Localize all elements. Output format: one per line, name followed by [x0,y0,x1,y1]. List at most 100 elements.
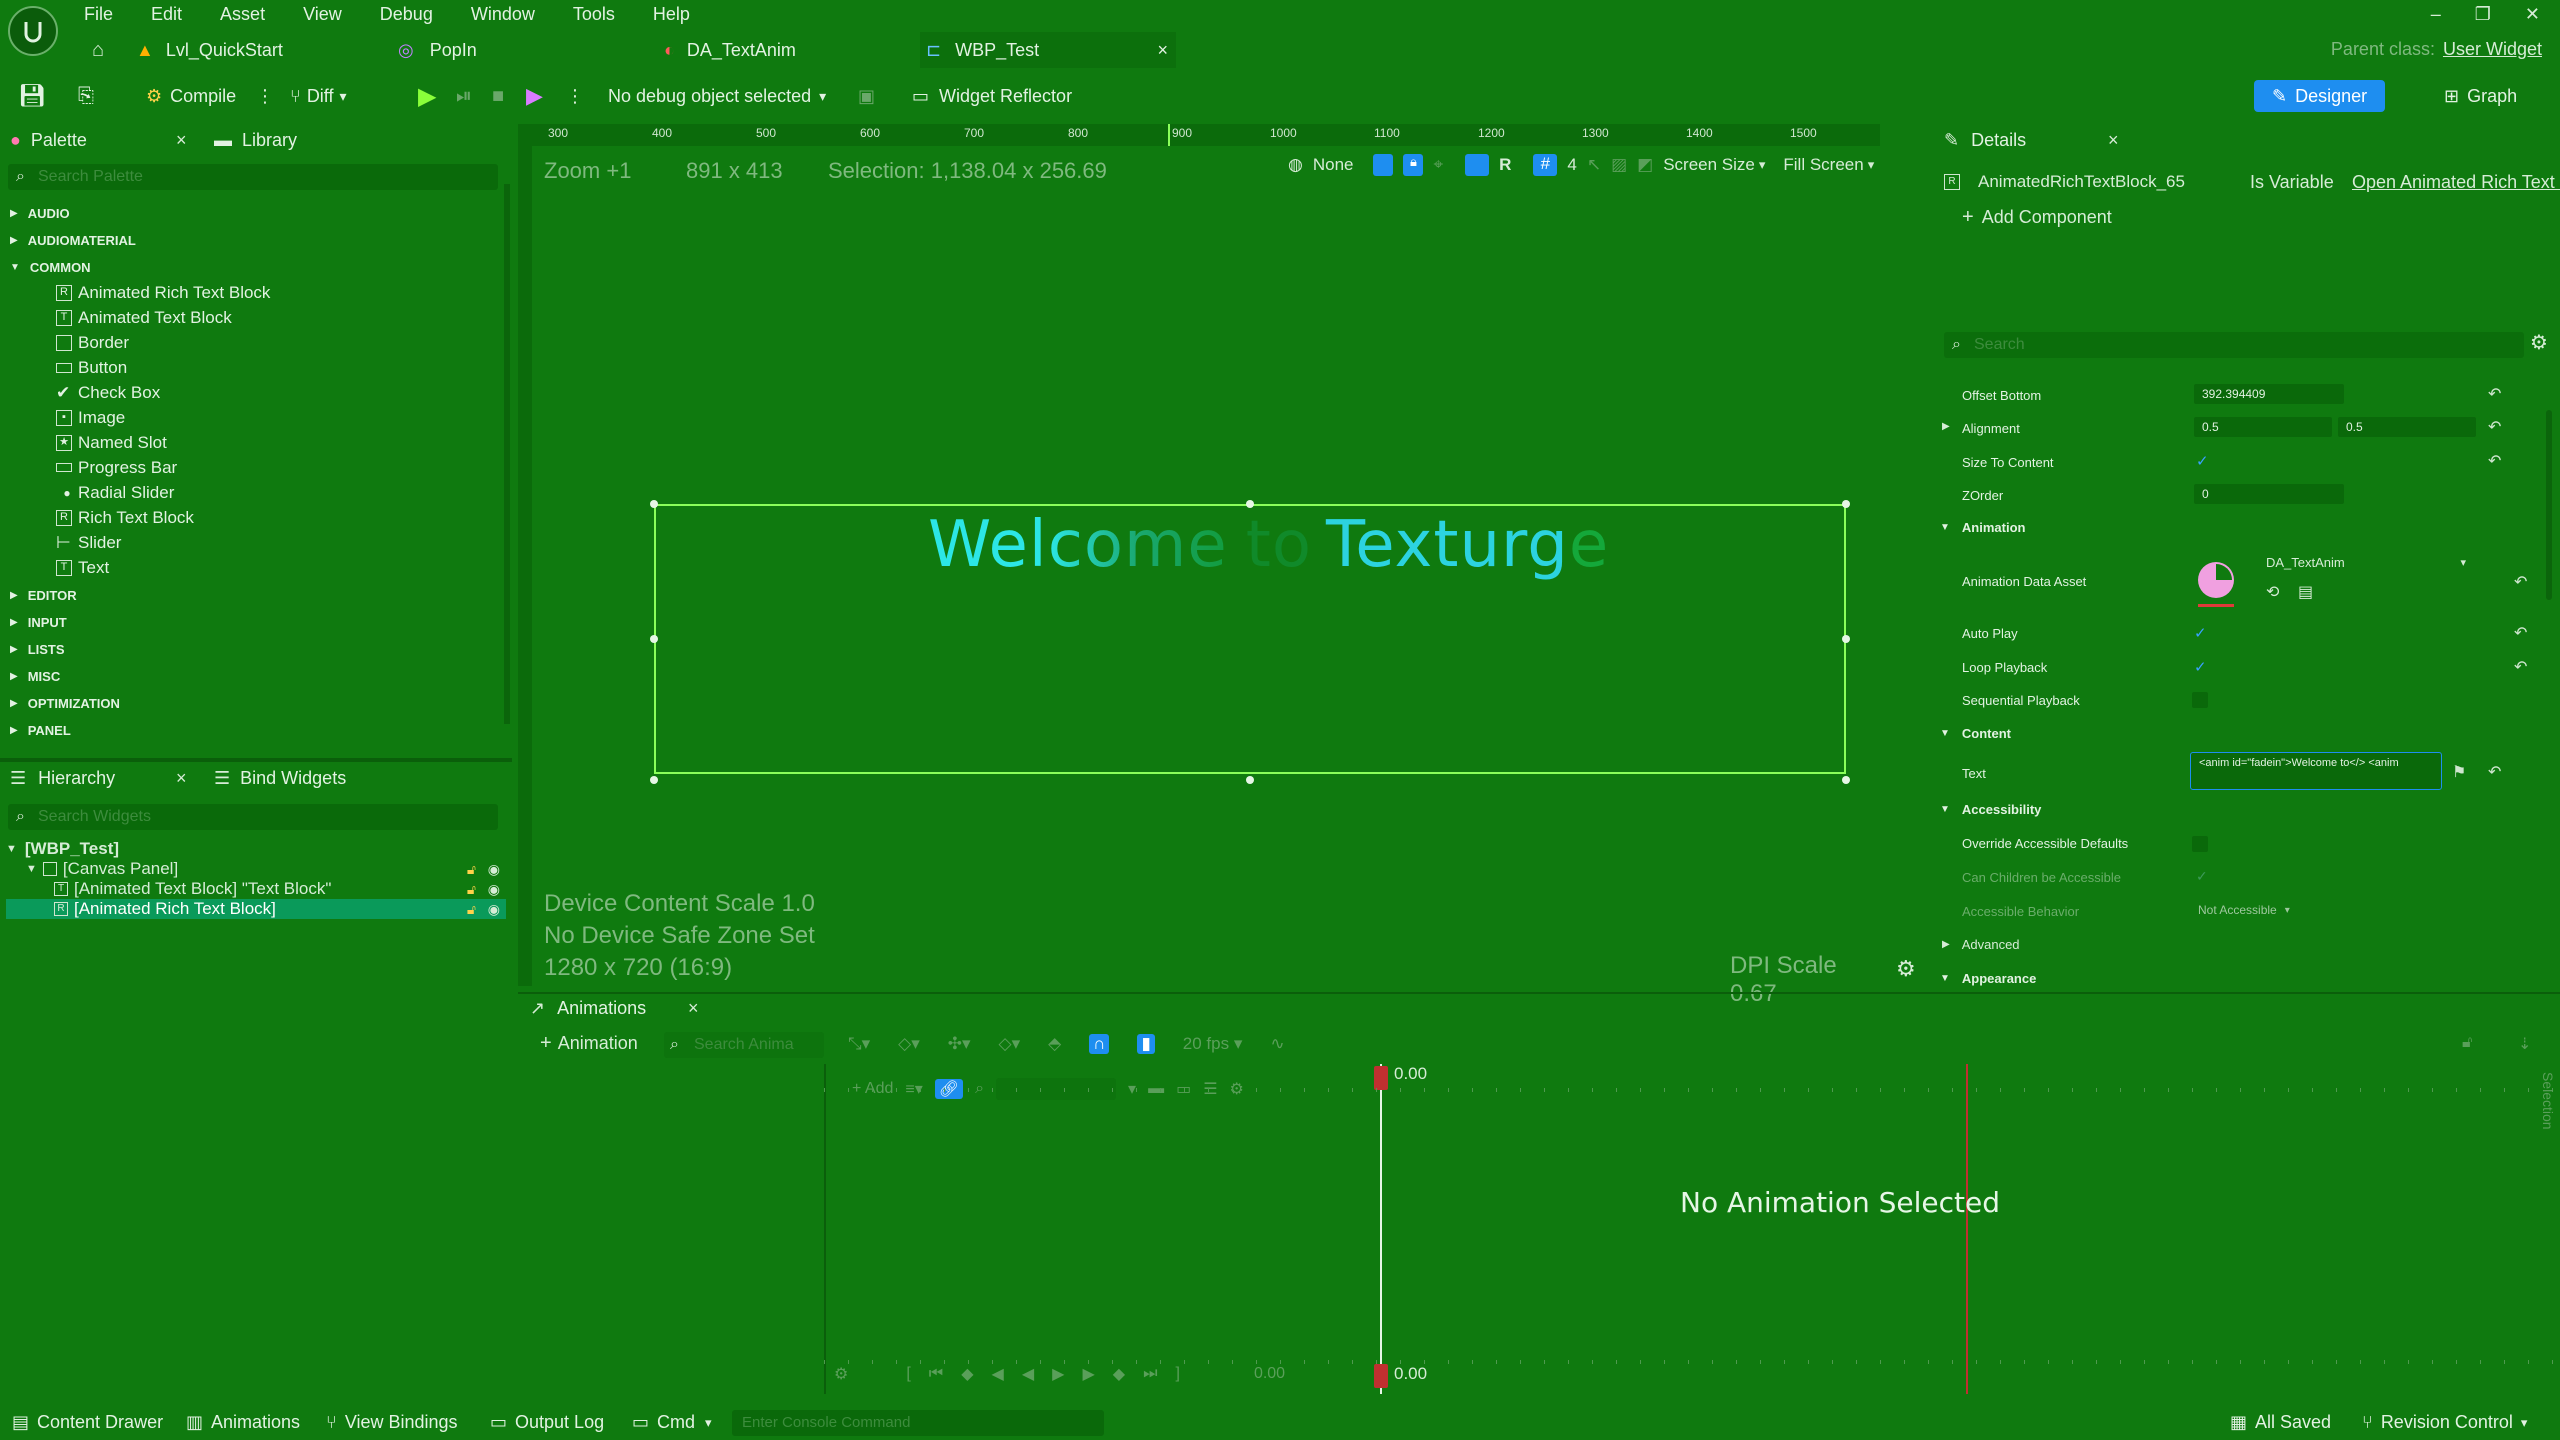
tab-wbp-test[interactable]: ⊏ WBP_Test × [920,32,1176,68]
all-saved-button[interactable]: ▦ All Saved [2230,1412,2331,1433]
reset-icon[interactable]: ↶ [2514,657,2527,677]
panel-divider[interactable] [0,758,512,762]
compile-options-icon[interactable]: ⋮ [256,80,274,112]
content-drawer-button[interactable]: ▤ Content Drawer [12,1412,163,1433]
menu-debug[interactable]: Debug [380,4,433,25]
section-appearance[interactable]: ▼ Appearance [1940,971,2036,986]
reset-icon[interactable]: ↶ [2488,417,2501,437]
tab-bind-widgets[interactable]: ☰ Bind Widgets [214,768,346,789]
collapse-icon[interactable]: ⇣ [2518,1034,2531,1054]
snap-magnet-icon[interactable]: ∩ [1089,1034,1110,1054]
resize-handle[interactable] [650,776,658,784]
minimize-icon[interactable]: – [2431,4,2441,25]
alignment-x-input[interactable]: 0.5 [2194,417,2332,437]
add-component-button[interactable]: + Add Component [1962,206,2112,229]
category-panel[interactable]: ▶ PANEL [10,717,500,744]
keyframe-icon[interactable]: ◇▾ [999,1034,1021,1054]
section-accessibility[interactable]: ▼ Accessibility [1940,802,2041,817]
category-input[interactable]: ▶ INPUT [10,609,500,636]
designer-viewport[interactable]: 300 400 500 600 700 800 900 1000 1100 12… [518,124,1916,1007]
section-content[interactable]: ▼ Content [1940,726,2011,741]
play-options-icon[interactable]: ⋮ [566,80,584,112]
size-to-content-checkbox[interactable]: ✓ [2196,452,2209,470]
rotation-snap-label[interactable]: R [1499,155,1511,175]
auto-key-icon[interactable]: ⬘ [1048,1034,1061,1054]
settings-gear-icon[interactable]: ⚙ [2530,330,2548,355]
reset-icon[interactable]: ↶ [2488,384,2501,404]
menu-asset[interactable]: Asset [220,4,265,25]
details-search-input[interactable]: ⌕ Search [1944,332,2524,358]
respect-locks-icon[interactable] [1373,154,1394,176]
hierarchy-row-rich-text-block[interactable]: R [Animated Rich Text Block] 🔓︎ ◉ [6,899,506,919]
close-details-icon[interactable]: × [2108,130,2119,151]
resize-handle[interactable] [650,635,658,643]
palette-item[interactable]: ✔ Check Box [56,380,496,405]
resize-handle[interactable] [650,500,658,508]
snap-frame-icon[interactable]: ▮ [1137,1034,1155,1054]
menu-view[interactable]: View [303,4,342,25]
widget-name-field[interactable]: AnimatedRichTextBlock_65 [1978,172,2185,192]
category-lists[interactable]: ▶ LISTS [10,636,500,663]
next-key-icon[interactable]: ◆ [1113,1364,1125,1384]
sequential-playback-checkbox[interactable] [2192,692,2208,708]
use-selected-icon[interactable]: ⟲ [2266,582,2279,602]
visibility-eye-icon[interactable]: ◉ [488,881,500,898]
diff-button[interactable]: ⑂ Diff ▾ [290,80,347,112]
tab-hierarchy[interactable]: ☰ Hierarchy [10,768,115,789]
resize-handle[interactable] [1246,776,1254,784]
resize-handle[interactable] [1842,635,1850,643]
close-hierarchy-icon[interactable]: × [176,768,187,789]
tab-da-textanim[interactable]: ◐ DA_TextAnim [664,32,904,68]
view-bindings-button[interactable]: ⑂ View Bindings [326,1412,458,1433]
camera-icon[interactable]: ✣▾ [948,1034,971,1054]
transform-icon[interactable]: ⤡▾ [848,1034,870,1054]
menu-help[interactable]: Help [653,4,690,25]
compile-button[interactable]: ⚙ Compile [146,80,236,112]
zorder-input[interactable]: 0 [2194,484,2344,504]
fill-screen-select[interactable]: Fill Screen [1783,155,1863,175]
advanced-row[interactable]: ▶ Advanced [1942,937,2020,952]
reset-icon[interactable]: ↶ [2488,762,2501,782]
tab-lvl-quickstart[interactable]: ▲ Lvl_QuickStart [136,32,376,68]
open-class-link[interactable]: Open Animated Rich Text I [2352,172,2560,193]
browse-icon[interactable]: ⎘ [78,80,94,112]
curve-editor-icon[interactable]: ∿ [1270,1034,1284,1054]
hierarchy-row-root[interactable]: ▼ [WBP_Test] [6,839,506,859]
animation-asset-select[interactable]: DA_TextAnim ▾ [2266,555,2466,570]
range-start-icon[interactable]: [ [906,1365,910,1383]
lock-icon[interactable]: 🔓︎ [467,861,476,878]
console-command-input[interactable]: Enter Console Command [732,1410,1104,1436]
lock-icon[interactable]: 🔓︎ [467,881,476,898]
step-icon[interactable]: ⏯ [456,80,472,112]
tab-animations[interactable]: ↗ Animations [530,998,646,1019]
palette-item[interactable]: ● Radial Slider [56,480,496,505]
palette-item[interactable]: ⊢ Slider [56,530,496,555]
fps-select[interactable]: 20 fps ▾ [1183,1034,1243,1054]
loop-playback-checkbox[interactable]: ✓ [2194,658,2207,676]
step-back-icon[interactable]: ◀ [992,1364,1004,1384]
stop-icon[interactable]: ■ [492,80,504,112]
find-icon[interactable]: ▣ [858,80,875,112]
palette-item[interactable]: Border [56,330,496,355]
auto-play-checkbox[interactable]: ✓ [2194,624,2207,642]
details-scrollbar[interactable] [2546,410,2552,600]
reset-icon[interactable]: ↶ [2488,451,2501,471]
lock-icon[interactable]: 🔒︎ [1403,154,1424,176]
palette-search-input[interactable]: ⌕ Search Palette [8,164,498,190]
grid-snap-icon[interactable]: # [1533,154,1558,176]
view-icon[interactable]: ◇▾ [898,1034,920,1054]
pointer-icon[interactable]: ↖ [1587,155,1601,175]
revision-control-button[interactable]: ⑂ Revision Control ▾ [2362,1412,2527,1433]
category-editor[interactable]: ▶ EDITOR [10,582,500,609]
localization-icon[interactable]: ◍ [1288,155,1303,175]
playhead-handle[interactable] [1374,1066,1388,1090]
play-icon[interactable]: ▶ [1052,1364,1064,1384]
gear-icon[interactable]: ⚙ [1896,956,1916,982]
resize-handle[interactable] [1842,776,1850,784]
graph-button[interactable]: ⊞ Graph [2444,80,2517,112]
snap-toggle-icon[interactable] [1465,154,1490,176]
palette-item[interactable]: Progress Bar [56,455,496,480]
reset-icon[interactable]: ↶ [2514,572,2527,592]
resize-handle[interactable] [1842,500,1850,508]
menu-tools[interactable]: Tools [573,4,615,25]
